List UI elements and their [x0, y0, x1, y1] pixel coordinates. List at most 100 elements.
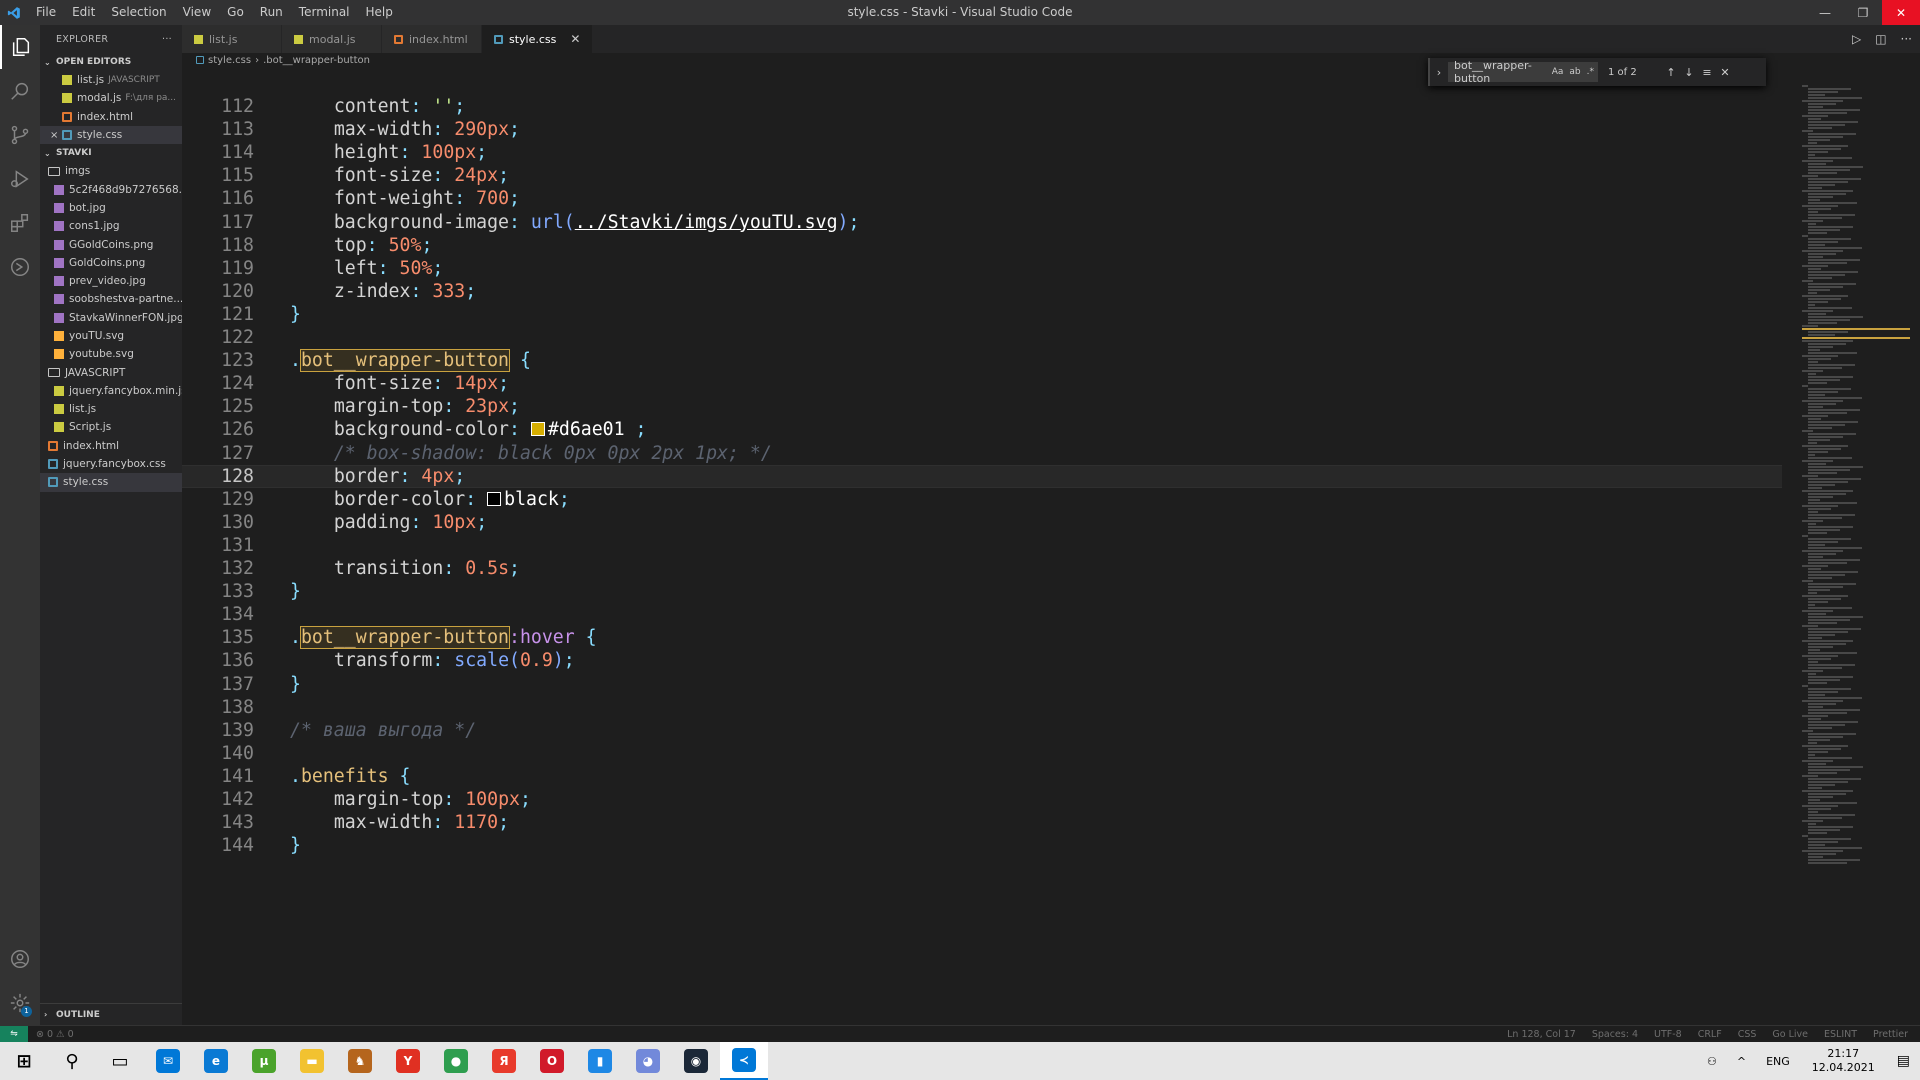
taskbar-task-view[interactable]: ▭	[96, 1042, 144, 1080]
tab-list-js[interactable]: list.js	[182, 25, 282, 53]
show-hidden-icons[interactable]: ^	[1727, 1055, 1756, 1068]
people-icon[interactable]: ⚇	[1697, 1055, 1727, 1068]
status-item[interactable]: UTF-8	[1654, 1029, 1682, 1040]
taskbar-game[interactable]: ♞	[336, 1042, 384, 1080]
status-item[interactable]: CSS	[1738, 1029, 1757, 1040]
open-editor-item[interactable]: index.html	[40, 108, 182, 126]
taskbar-discord[interactable]: ◕	[624, 1042, 672, 1080]
run-icon[interactable]: ▷	[1852, 32, 1861, 46]
file-item[interactable]: Script.js	[40, 418, 182, 436]
file-item[interactable]: cons1.jpg	[40, 217, 182, 235]
source-control-icon[interactable]	[0, 113, 40, 157]
file-item[interactable]: style.css	[40, 473, 182, 492]
file-item[interactable]: soobshestva-partne...	[40, 290, 182, 308]
file-item[interactable]: jquery.fancybox.css	[40, 455, 182, 473]
menu-help[interactable]: Help	[358, 0, 401, 25]
close-window-button[interactable]: ✕	[1882, 0, 1920, 25]
file-item[interactable]: StavkaWinnerFON.jpg	[40, 309, 182, 327]
maximize-button[interactable]: ❐	[1844, 0, 1882, 25]
color-swatch-icon[interactable]	[530, 422, 545, 437]
remote-explorer-icon[interactable]	[0, 245, 40, 289]
find-input[interactable]: bot__wrapper-button Aa ab .*	[1448, 59, 1598, 85]
match-word-toggle[interactable]: ab	[1569, 67, 1580, 77]
notifications-icon[interactable]: ▤	[1887, 1053, 1920, 1069]
open-editor-item[interactable]: list.js JAVASCRIPT	[40, 71, 182, 89]
taskbar-torrent[interactable]: μ	[240, 1042, 288, 1080]
minimize-button[interactable]: —	[1806, 0, 1844, 25]
problems-indicator[interactable]: ⊗ 0 ⚠ 0	[36, 1029, 74, 1040]
code-editor[interactable]: 112 content: ''; 113 max-width: 290px; 114…	[182, 85, 1782, 1045]
taskbar-steam[interactable]: ◉	[672, 1042, 720, 1080]
file-item[interactable]: GoldCoins.png	[40, 254, 182, 272]
menu-edit[interactable]: Edit	[64, 0, 103, 25]
close-find-icon[interactable]: ✕	[1716, 66, 1734, 79]
taskbar-chrome[interactable]: ●	[432, 1042, 480, 1080]
folder-item[interactable]: JAVASCRIPT	[40, 363, 182, 381]
taskbar-file-explorer[interactable]: ▬	[288, 1042, 336, 1080]
split-editor-icon[interactable]: ◫	[1875, 32, 1886, 46]
tab-style-css[interactable]: style.css ✕	[482, 25, 594, 53]
status-item[interactable]: ESLINT	[1824, 1029, 1857, 1040]
file-item[interactable]: youtube.svg	[40, 345, 182, 363]
status-item[interactable]: Spaces: 4	[1592, 1029, 1638, 1040]
minimap[interactable]	[1802, 85, 1910, 885]
close-icon[interactable]: ✕	[570, 32, 580, 46]
explorer-icon[interactable]	[0, 25, 40, 69]
open-editor-item[interactable]: modal.js F:\для ра...	[40, 89, 182, 107]
taskbar-files[interactable]: ▮	[576, 1042, 624, 1080]
remote-indicator-icon[interactable]: ⇋	[0, 1025, 28, 1043]
extensions-icon[interactable]	[0, 201, 40, 245]
status-item[interactable]: Prettier	[1873, 1029, 1908, 1040]
taskbar-yandex-browser[interactable]: Y	[384, 1042, 432, 1080]
accounts-icon[interactable]	[0, 937, 40, 981]
outline-header[interactable]: › OUTLINE	[40, 1003, 182, 1025]
taskbar-search[interactable]: ⚲	[48, 1042, 96, 1080]
next-match-icon[interactable]: ↓	[1680, 66, 1698, 79]
menu-run[interactable]: Run	[252, 0, 291, 25]
regex-toggle[interactable]: .*	[1587, 67, 1594, 77]
toggle-replace-icon[interactable]: ›	[1430, 66, 1448, 79]
clock[interactable]: 21:17 12.04.2021	[1800, 1047, 1887, 1075]
file-item[interactable]: list.js	[40, 400, 182, 418]
previous-match-icon[interactable]: ↑	[1662, 66, 1680, 79]
menu-file[interactable]: File	[28, 0, 64, 25]
status-item[interactable]: Go Live	[1772, 1029, 1808, 1040]
language-indicator[interactable]: ENG	[1756, 1055, 1800, 1068]
file-item[interactable]: bot.jpg	[40, 199, 182, 217]
run-debug-icon[interactable]	[0, 157, 40, 201]
menu-go[interactable]: Go	[219, 0, 252, 25]
folder-item[interactable]: imgs	[40, 162, 182, 180]
match-case-toggle[interactable]: Aa	[1552, 67, 1564, 77]
menu-view[interactable]: View	[175, 0, 219, 25]
search-icon[interactable]	[0, 69, 40, 113]
manage-gear-icon[interactable]: 1	[0, 981, 40, 1025]
taskbar-start[interactable]: ⊞	[0, 1042, 48, 1080]
taskbar-yandex[interactable]: Я	[480, 1042, 528, 1080]
find-in-selection-icon[interactable]: ≡	[1698, 66, 1716, 79]
file-item[interactable]: prev_video.jpg	[40, 272, 182, 290]
status-item[interactable]: Ln 128, Col 17	[1507, 1029, 1576, 1040]
more-actions-icon[interactable]: ···	[162, 34, 172, 45]
open-editor-item[interactable]: × style.css	[40, 125, 182, 145]
tab-modal-js[interactable]: modal.js	[282, 25, 382, 53]
breadcrumb-file[interactable]: style.css	[208, 55, 251, 66]
file-item[interactable]: youTU.svg	[40, 327, 182, 345]
file-item[interactable]: jquery.fancybox.min.js	[40, 382, 182, 400]
taskbar-vscode[interactable]: ≺	[720, 1042, 768, 1080]
color-swatch-icon[interactable]	[487, 491, 502, 506]
project-header[interactable]: ⌄ STAVKI	[40, 144, 182, 162]
status-item[interactable]: CRLF	[1698, 1029, 1722, 1040]
file-item[interactable]: index.html	[40, 437, 182, 455]
close-icon[interactable]: ×	[50, 130, 58, 141]
tab-index-html[interactable]: index.html	[382, 25, 482, 53]
menu-selection[interactable]: Selection	[103, 0, 174, 25]
menu-terminal[interactable]: Terminal	[291, 0, 358, 25]
more-icon[interactable]: ···	[1901, 32, 1912, 46]
taskbar-mail[interactable]: ✉	[144, 1042, 192, 1080]
open-editors-header[interactable]: ⌄ OPEN EDITORS	[40, 53, 182, 71]
taskbar-opera[interactable]: O	[528, 1042, 576, 1080]
breadcrumb-symbol[interactable]: .bot__wrapper-button	[263, 55, 370, 66]
taskbar-edge[interactable]: e	[192, 1042, 240, 1080]
file-item[interactable]: 5c2f468d9b7276568...	[40, 180, 182, 198]
file-item[interactable]: GGoldCoins.png	[40, 235, 182, 253]
